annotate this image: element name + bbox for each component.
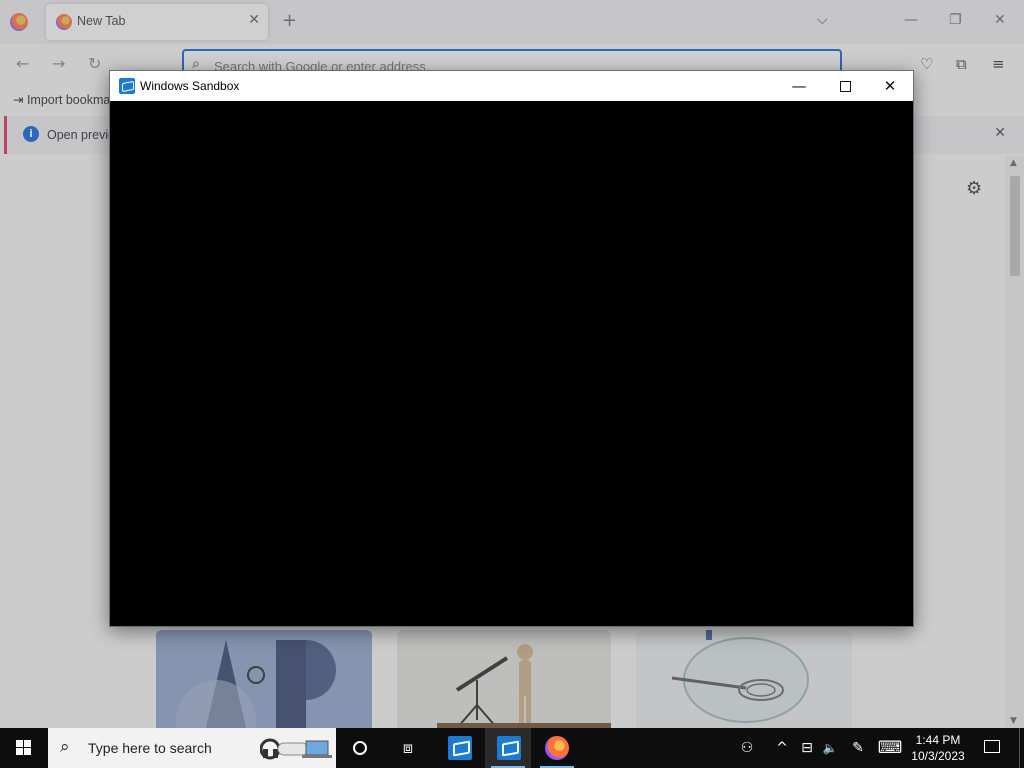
task-view-button[interactable]: ⧈ xyxy=(385,728,431,768)
windows-sandbox-window[interactable]: Windows Sandbox — ✕ xyxy=(109,70,914,627)
taskbar: ⌕ Type here to search ⧈ ⚇ ^ ⊟ 🔈 ✎ ⌨ 1:44… xyxy=(0,728,1024,768)
people-icon[interactable]: ⚇ xyxy=(734,728,760,768)
maximize-icon xyxy=(839,81,851,92)
sandbox-window-title: Windows Sandbox xyxy=(140,79,240,93)
sandbox-close-button[interactable]: ✕ xyxy=(867,71,913,101)
sandbox-display-area[interactable] xyxy=(110,101,913,626)
cortana-icon xyxy=(353,741,367,755)
sandbox-app-icon xyxy=(497,736,521,760)
task-view-icon: ⧈ xyxy=(402,738,414,757)
sandbox-maximize-button[interactable] xyxy=(822,71,868,101)
cortana-button[interactable] xyxy=(337,728,383,768)
taskbar-app-firefox[interactable] xyxy=(534,728,580,768)
search-highlight-illustration xyxy=(260,738,332,760)
taskbar-app-sandbox-2[interactable] xyxy=(485,728,531,768)
search-placeholder: Type here to search xyxy=(88,740,212,756)
sandbox-app-icon xyxy=(119,78,135,94)
clock-time: 1:44 PM xyxy=(915,733,961,747)
taskbar-app-sandbox-1[interactable] xyxy=(436,728,482,768)
minimize-icon: — xyxy=(791,77,807,95)
system-clock[interactable]: 1:44 PM 10/3/2023 xyxy=(906,731,970,767)
close-icon: ✕ xyxy=(883,77,897,95)
network-icon[interactable]: ⊟ xyxy=(796,728,818,768)
keyboard-icon[interactable]: ⌨ xyxy=(876,728,904,768)
sandbox-app-icon xyxy=(448,736,472,760)
chevron-up-icon[interactable]: ^ xyxy=(771,728,793,768)
notification-icon xyxy=(984,740,1000,753)
action-center-button[interactable] xyxy=(978,728,1008,768)
clock-date: 10/3/2023 xyxy=(911,749,965,763)
show-desktop-button[interactable] xyxy=(1019,728,1024,768)
sandbox-title-bar[interactable]: Windows Sandbox — ✕ xyxy=(110,71,913,101)
volume-muted-icon[interactable]: 🔈 xyxy=(819,728,841,768)
taskbar-search-box[interactable]: ⌕ Type here to search xyxy=(48,728,336,768)
sandbox-minimize-button[interactable]: — xyxy=(776,71,822,101)
start-button[interactable] xyxy=(0,728,48,768)
pen-icon[interactable]: ✎ xyxy=(846,728,870,768)
search-icon: ⌕ xyxy=(60,737,70,757)
firefox-logo-icon xyxy=(545,736,569,760)
